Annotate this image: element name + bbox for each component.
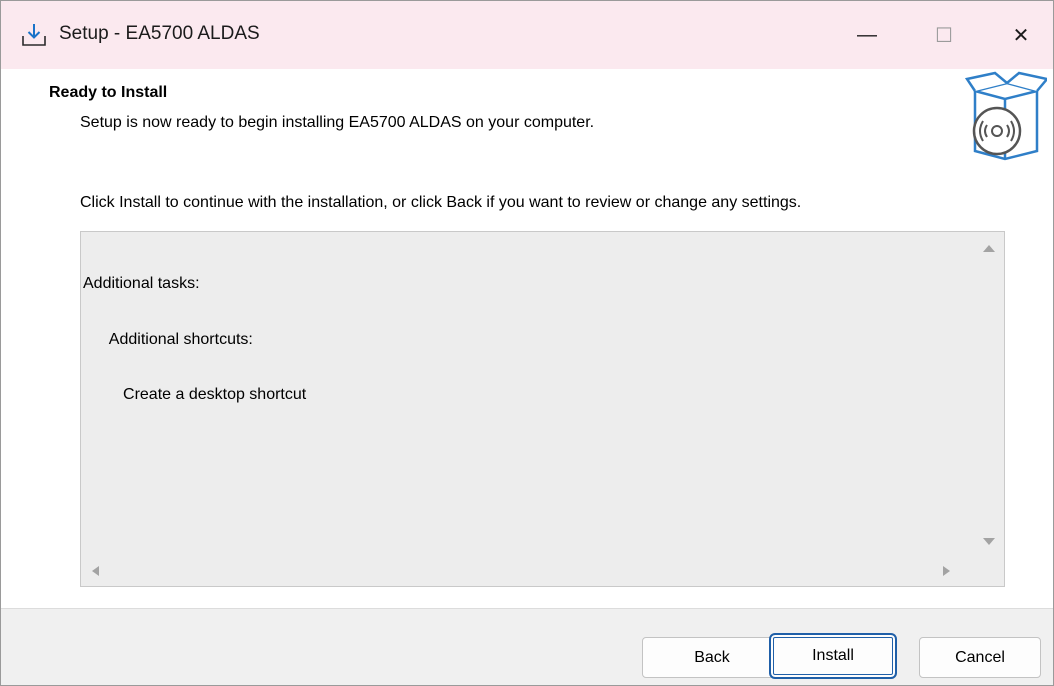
scroll-right-arrow-icon[interactable] (943, 566, 950, 576)
page-subtitle: Setup is now ready to begin installing E… (80, 114, 595, 131)
cancel-button[interactable]: Cancel (919, 637, 1041, 678)
memo-line: Additional tasks: (83, 275, 200, 292)
setup-window: Setup - EA5700 ALDAS — ☐ ✕ Ready to Inst… (0, 0, 1054, 686)
scroll-up-arrow-icon[interactable] (983, 245, 995, 252)
install-box-icon (964, 71, 1047, 161)
close-icon: ✕ (1012, 24, 1030, 47)
vertical-scrollbar[interactable] (972, 232, 1004, 558)
window-title: Setup - EA5700 ALDAS (59, 23, 260, 44)
install-button[interactable]: Install (769, 633, 897, 679)
maximize-button[interactable]: ☐ (908, 1, 980, 69)
scrollbar-corner (972, 556, 1004, 586)
ready-memo[interactable]: Additional tasks: Additional shortcuts: … (80, 231, 1005, 587)
page-title: Ready to Install (49, 84, 168, 101)
title-bar[interactable]: Setup - EA5700 ALDAS — ☐ ✕ (1, 1, 1053, 69)
minimize-icon: — (857, 23, 877, 46)
memo-content: Additional tasks: Additional shortcuts: … (83, 238, 306, 442)
maximize-icon: ☐ (935, 24, 953, 47)
scroll-left-arrow-icon[interactable] (92, 566, 99, 576)
instruction-text: Click Install to continue with the insta… (80, 194, 802, 211)
download-icon (22, 24, 46, 46)
back-button[interactable]: Back (642, 637, 782, 678)
horizontal-scrollbar[interactable] (81, 556, 972, 586)
minimize-button[interactable]: — (831, 1, 903, 69)
memo-line: Additional shortcuts: (83, 330, 253, 348)
scroll-down-arrow-icon[interactable] (983, 538, 995, 545)
memo-line: Create a desktop shortcut (83, 386, 307, 403)
close-button[interactable]: ✕ (985, 1, 1054, 69)
